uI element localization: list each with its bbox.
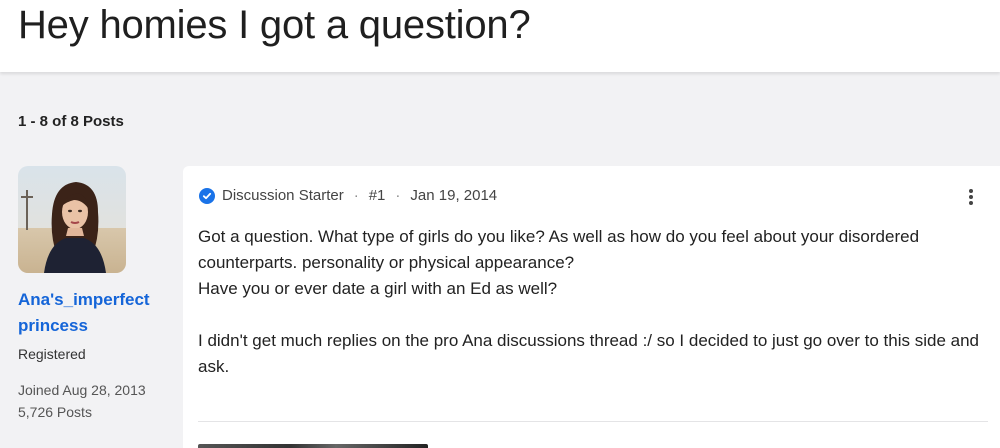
vertical-dots-icon[interactable] [964, 187, 978, 207]
post-meta: Discussion Starter · #1 · Jan 19, 2014 [199, 186, 497, 206]
thread-title: Hey homies I got a question? [18, 3, 531, 47]
author-joined-date: Joined Aug 28, 2013 [18, 382, 146, 398]
post-paragraph: I didn't get much replies on the pro Ana… [198, 331, 979, 376]
meta-separator: · [395, 187, 401, 204]
thread-header: Hey homies I got a question? [0, 0, 1000, 72]
check-circle-icon [199, 188, 215, 204]
post-divider [198, 421, 988, 422]
avatar-image [18, 166, 126, 273]
post-count: 1 - 8 of 8 Posts [18, 113, 124, 130]
post-card: Discussion Starter · #1 · Jan 19, 2014 G… [183, 166, 1000, 448]
next-content-strip [198, 444, 428, 448]
meta-separator: · [353, 187, 359, 204]
author-post-count: 5,726 Posts [18, 404, 92, 420]
avatar[interactable] [18, 166, 126, 273]
discussion-starter-badge: Discussion Starter [222, 187, 344, 204]
post-date: Jan 19, 2014 [410, 187, 498, 204]
post-paragraph: Have you or ever date a girl with an Ed … [198, 279, 558, 298]
post-paragraph: Got a question. What type of girls do yo… [198, 227, 920, 272]
author-name-link[interactable]: Ana's_imperfect princess [18, 287, 168, 339]
post-number-link[interactable]: #1 [369, 186, 386, 206]
post-body: Got a question. What type of girls do yo… [198, 224, 998, 380]
author-info: Ana's_imperfect princess Registered Join… [18, 166, 178, 423]
author-role: Registered [18, 346, 86, 362]
